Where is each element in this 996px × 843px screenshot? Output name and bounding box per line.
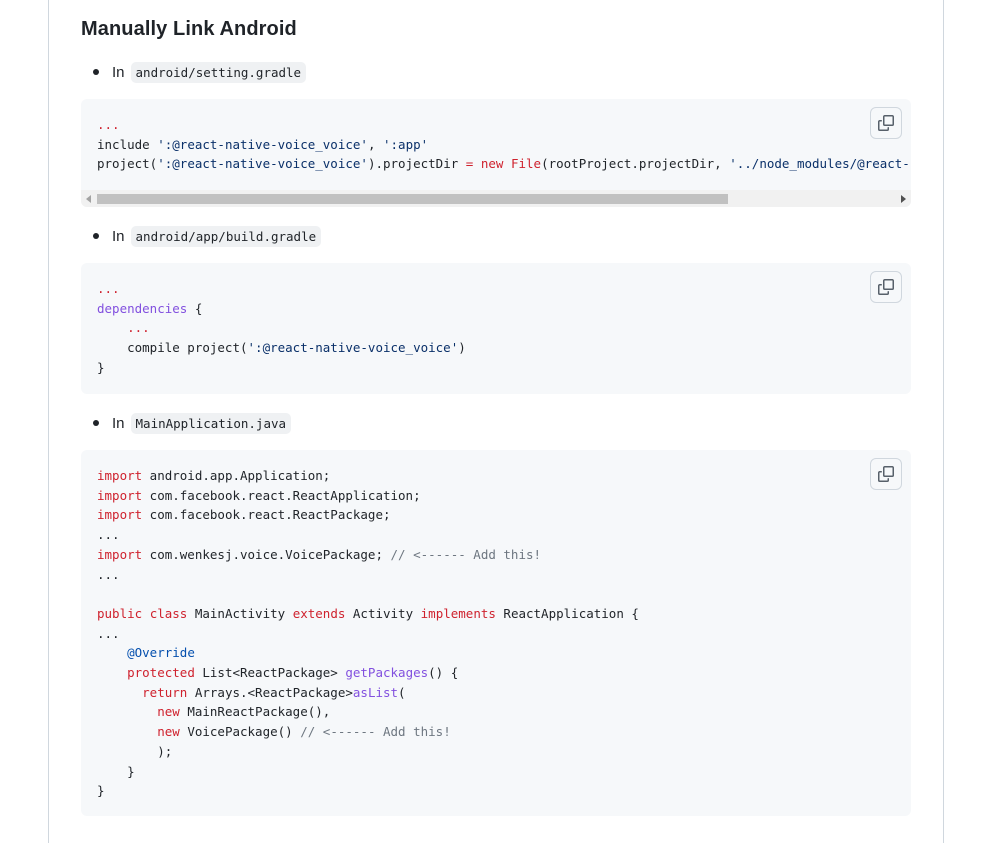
horizontal-scrollbar[interactable]: [81, 190, 911, 207]
code-content: import android.app.Application; import c…: [97, 468, 639, 799]
list-item-prefix: In: [112, 227, 125, 245]
list-item-prefix: In: [112, 414, 125, 432]
bullet-dot: [93, 420, 99, 426]
code-content: ... dependencies { ... compile project('…: [97, 281, 466, 375]
copy-icon: [878, 466, 894, 482]
code-block: ... dependencies { ... compile project('…: [81, 263, 911, 394]
code-block: import android.app.Application; import c…: [81, 450, 911, 816]
list-item: In android/app/build.gradle: [93, 224, 322, 248]
scroll-right-arrow-icon[interactable]: [901, 195, 906, 203]
copy-icon: [878, 279, 894, 295]
copy-button[interactable]: [870, 458, 902, 490]
inline-code-filename: MainApplication.java: [130, 412, 292, 434]
copy-button[interactable]: [870, 271, 902, 303]
section-heading: Manually Link Android: [81, 18, 297, 40]
scrollbar-thumb[interactable]: [97, 194, 728, 204]
list-item-prefix: In: [112, 63, 125, 81]
list-item: In android/setting.gradle: [93, 60, 307, 84]
inline-code-filename: android/setting.gradle: [130, 61, 307, 83]
bullet-dot: [93, 233, 99, 239]
code-block: ... include ':@react-native-voice_voice'…: [81, 99, 911, 207]
list-item: In MainApplication.java: [93, 411, 292, 435]
copy-icon: [878, 115, 894, 131]
code-content: ... include ':@react-native-voice_voice'…: [97, 117, 911, 172]
inline-code-filename: android/app/build.gradle: [130, 225, 322, 247]
copy-button[interactable]: [870, 107, 902, 139]
scroll-left-arrow-icon[interactable]: [86, 195, 91, 203]
bullet-dot: [93, 69, 99, 75]
